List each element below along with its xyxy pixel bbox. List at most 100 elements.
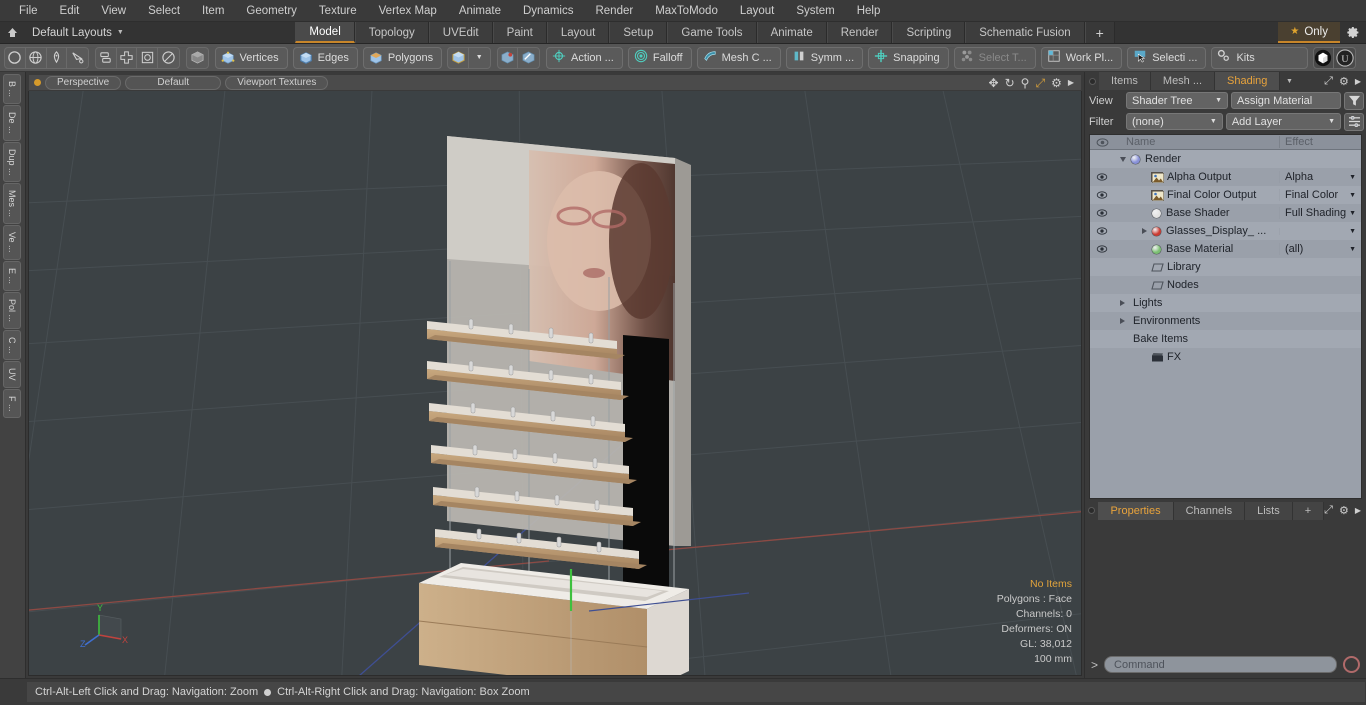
- expand-icon[interactable]: ⤢: [1324, 75, 1333, 88]
- chevron-right-icon[interactable]: [1142, 228, 1147, 234]
- visibility-toggle-icon[interactable]: [1090, 245, 1114, 253]
- modo-bridge-icon[interactable]: [1314, 47, 1335, 68]
- circle-icon[interactable]: [5, 47, 26, 68]
- snap-vertex-icon[interactable]: [498, 47, 519, 68]
- left-tool-tab-6[interactable]: Pol ...: [3, 291, 21, 329]
- gear-icon[interactable]: ⚙: [1339, 75, 1349, 88]
- visibility-toggle-icon[interactable]: [1090, 173, 1114, 181]
- tab-items[interactable]: Items: [1099, 72, 1151, 90]
- add-layer-button[interactable]: Add Layer ▼: [1225, 113, 1342, 130]
- menu-item-help[interactable]: Help: [846, 0, 892, 22]
- visibility-toggle-icon[interactable]: [1090, 191, 1114, 199]
- zoom-icon[interactable]: ⚲: [1021, 77, 1030, 89]
- menu-item-system[interactable]: System: [785, 0, 845, 22]
- menu-item-geometry[interactable]: Geometry: [235, 0, 308, 22]
- chevron-down-icon[interactable]: ▼: [1349, 228, 1356, 235]
- falloff-button[interactable]: Falloff: [627, 46, 692, 69]
- visibility-toggle-icon[interactable]: [1090, 227, 1114, 235]
- command-input[interactable]: Command: [1104, 656, 1337, 673]
- shader-tree-effect-cell[interactable]: ▼: [1279, 227, 1361, 235]
- shader-tree-row[interactable]: Lights: [1090, 294, 1361, 312]
- chevron-down-icon[interactable]: [1120, 156, 1126, 162]
- chevron-right-icon[interactable]: ▶: [1355, 506, 1361, 515]
- home-icon[interactable]: [0, 22, 24, 43]
- viewport-dot-icon[interactable]: [34, 79, 41, 86]
- left-tool-tab-1[interactable]: De ...: [3, 105, 21, 141]
- menu-item-view[interactable]: View: [90, 0, 137, 22]
- chevron-down-icon[interactable]: ▼: [469, 48, 490, 68]
- only-toggle-button[interactable]: ★ Only: [1278, 22, 1340, 43]
- panel-menu-dot[interactable]: [1085, 72, 1099, 90]
- array-icon[interactable]: [117, 47, 138, 68]
- chevron-down-icon[interactable]: ▼: [1349, 174, 1356, 181]
- layout-tab-paint[interactable]: Paint: [492, 22, 547, 43]
- tab-mesh[interactable]: Mesh ...: [1150, 72, 1216, 90]
- viewport-3d[interactable]: No Items Polygons : Face Channels: 0 Def…: [28, 91, 1082, 676]
- left-tool-tab-8[interactable]: UV: [3, 361, 21, 388]
- shader-tree-row[interactable]: Bake Items: [1090, 330, 1361, 348]
- chevron-right-icon[interactable]: ▶: [1068, 78, 1074, 87]
- left-tool-tab-4[interactable]: Ve ...: [3, 225, 21, 260]
- item-cube-icon[interactable]: [187, 48, 208, 68]
- menu-item-animate[interactable]: Animate: [448, 0, 512, 22]
- curve-icon[interactable]: [67, 48, 88, 68]
- menu-item-maxtomodo[interactable]: MaxToModo: [644, 0, 729, 22]
- mode-vertices-button[interactable]: Vertices: [214, 46, 288, 69]
- work-plane-button[interactable]: Work Pl...: [1040, 46, 1123, 69]
- shader-tree-row[interactable]: Alpha Output Alpha ▼: [1090, 168, 1361, 186]
- chevron-down-icon[interactable]: ▼: [1349, 192, 1356, 199]
- chevron-right-icon[interactable]: ▶: [1355, 77, 1361, 86]
- radial-icon[interactable]: [158, 48, 179, 68]
- shader-tree-effect-cell[interactable]: Final Color ▼: [1279, 189, 1361, 201]
- rotate-icon[interactable]: ↻: [1005, 77, 1015, 89]
- tab-add[interactable]: +: [1292, 501, 1325, 520]
- center-icon[interactable]: [137, 47, 159, 68]
- shader-tree-row[interactable]: Nodes: [1090, 276, 1361, 294]
- record-icon[interactable]: [1343, 656, 1360, 673]
- tab-lists[interactable]: Lists: [1245, 501, 1293, 520]
- mirror-icon[interactable]: [96, 47, 117, 68]
- left-tool-tab-0[interactable]: B ...: [3, 74, 21, 105]
- shader-tree-effect-cell[interactable]: Alpha ▼: [1279, 171, 1361, 183]
- action-center-button[interactable]: Action ...: [546, 46, 623, 69]
- gear-icon[interactable]: ⚙: [1339, 504, 1349, 517]
- left-tool-tab-5[interactable]: E ...: [3, 260, 21, 291]
- gear-icon[interactable]: ⚙: [1051, 77, 1062, 89]
- left-tool-tab-3[interactable]: Mes ...: [3, 183, 21, 225]
- layout-tab-model[interactable]: Model: [295, 22, 355, 43]
- shader-tree-row[interactable]: Base Material (all) ▼: [1090, 240, 1361, 258]
- layout-tab-game-tools[interactable]: Game Tools: [667, 22, 757, 43]
- select-through-button[interactable]: Select T...: [953, 46, 1036, 69]
- pen-icon[interactable]: [47, 47, 68, 68]
- layout-tab-render[interactable]: Render: [826, 22, 893, 43]
- layout-tab-schematic-fusion[interactable]: Schematic Fusion: [965, 22, 1085, 43]
- menu-item-dynamics[interactable]: Dynamics: [512, 0, 584, 22]
- menu-item-select[interactable]: Select: [137, 0, 191, 22]
- layout-tab-uvedit[interactable]: UVEdit: [428, 22, 493, 43]
- shader-tree-row[interactable]: Glasses_Display_ ... ▼: [1090, 222, 1361, 240]
- expand-icon[interactable]: ⤢: [1324, 504, 1333, 517]
- menu-item-vertex-map[interactable]: Vertex Map: [368, 0, 448, 22]
- tab-channels[interactable]: Channels: [1173, 501, 1246, 520]
- add-layout-tab-button[interactable]: +: [1084, 22, 1115, 43]
- snapping-button[interactable]: Snapping: [868, 46, 949, 69]
- layout-tab-animate[interactable]: Animate: [756, 22, 827, 43]
- shader-tree-row[interactable]: Environments: [1090, 312, 1361, 330]
- menu-item-render[interactable]: Render: [584, 0, 644, 22]
- left-tool-tab-7[interactable]: C ...: [3, 329, 21, 361]
- shader-tree-effect-cell[interactable]: Full Shading ▼: [1279, 207, 1361, 219]
- shader-tree-row[interactable]: Render: [1090, 150, 1361, 168]
- layout-tab-scripting[interactable]: Scripting: [892, 22, 966, 43]
- viewport-style-selector[interactable]: Default: [125, 75, 222, 90]
- view-selector[interactable]: Shader Tree ▼: [1126, 92, 1228, 109]
- shader-tree-row[interactable]: FX: [1090, 348, 1361, 366]
- globe-icon[interactable]: [26, 47, 47, 68]
- chevron-down-icon[interactable]: ▼: [1349, 246, 1356, 253]
- shader-tree-row[interactable]: Base Shader Full Shading ▼: [1090, 204, 1361, 222]
- symmetry-button[interactable]: Symm ...: [785, 46, 864, 69]
- viewport-projection-selector[interactable]: Perspective: [45, 75, 122, 90]
- list-icon[interactable]: [1344, 112, 1365, 131]
- viewport-textures-selector[interactable]: Viewport Textures: [225, 75, 329, 90]
- layout-tab-setup[interactable]: Setup: [609, 22, 668, 43]
- move-icon[interactable]: ✥: [989, 77, 999, 89]
